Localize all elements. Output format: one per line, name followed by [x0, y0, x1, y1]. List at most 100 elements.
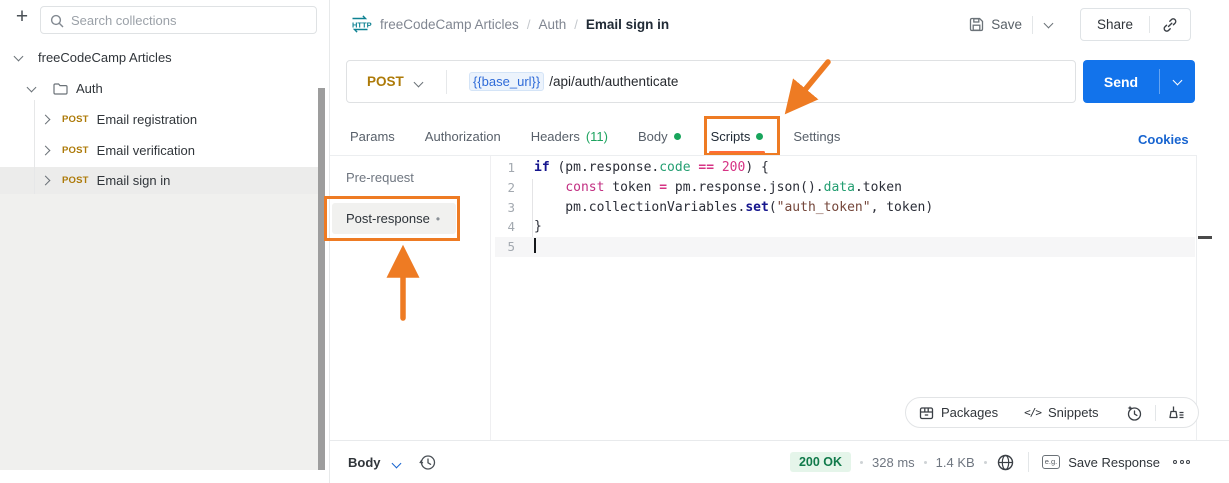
- line-number: 3: [495, 198, 515, 218]
- tab-headers[interactable]: Headers(11): [531, 118, 608, 155]
- search-input[interactable]: [71, 7, 311, 33]
- code-line[interactable]: 3 pm.collectionVariables.set("auth_token…: [495, 198, 1195, 218]
- script-code-editor[interactable]: 1if (pm.response.code == 200) {2 const t…: [495, 158, 1195, 257]
- chevron-down-icon[interactable]: [14, 51, 24, 61]
- sidebar-scrollbar[interactable]: [318, 88, 325, 470]
- network-globe-icon[interactable]: [996, 453, 1015, 472]
- divider: [1196, 155, 1197, 440]
- tab-label: Authorization: [425, 129, 501, 144]
- post-response-label: Post-response: [346, 211, 430, 226]
- url-variable-chip[interactable]: {{base_url}}: [469, 72, 544, 91]
- green-dot-icon: [674, 133, 681, 140]
- packages-button[interactable]: Packages: [919, 405, 998, 420]
- tab-label: Scripts: [711, 129, 751, 144]
- response-view-selector[interactable]: Body: [348, 455, 381, 470]
- code-text: const token = pm.response.json().data.to…: [534, 178, 902, 198]
- breadcrumb-collection[interactable]: freeCodeCamp Articles: [380, 17, 519, 32]
- chevron-right-icon[interactable]: [41, 115, 51, 125]
- tab-authorization[interactable]: Authorization: [425, 118, 501, 155]
- chevron-down-icon: [391, 458, 401, 468]
- response-view-chevron[interactable]: [393, 455, 400, 470]
- sidebar-item-folder-auth[interactable]: Auth: [0, 75, 318, 102]
- tab-body[interactable]: Body: [638, 118, 681, 155]
- save-label: Save: [991, 17, 1022, 32]
- chevron-down-icon: [1173, 75, 1183, 85]
- request-url-bar: POST {{base_url}} /api/auth/authenticate: [346, 60, 1076, 103]
- beautify-broom-icon: [1168, 405, 1185, 420]
- snippets-button[interactable]: </> Snippets: [1024, 405, 1098, 420]
- divider: [1028, 452, 1029, 472]
- divider: [1155, 405, 1156, 421]
- sidebar-item-request[interactable]: POST Email verification: [0, 137, 318, 164]
- code-line[interactable]: 2 const token = pm.response.json().data.…: [495, 178, 1195, 198]
- green-dot-icon: [756, 133, 763, 140]
- method-dropdown-chevron[interactable]: [415, 74, 422, 89]
- code-text: }: [534, 217, 542, 237]
- save-icon: [969, 17, 984, 32]
- url-input[interactable]: {{base_url}} /api/auth/authenticate: [469, 72, 678, 91]
- method-badge: POST: [62, 175, 89, 186]
- request-label: Email sign in: [97, 173, 171, 188]
- folder-icon: [53, 83, 68, 95]
- chevron-down-icon: [1044, 18, 1054, 28]
- send-button-group: Send: [1083, 60, 1195, 103]
- url-path: /api/auth/authenticate: [549, 74, 678, 89]
- method-selector[interactable]: POST: [347, 74, 415, 89]
- editor-toolbar: Packages </> Snippets: [905, 397, 1199, 428]
- postbot-sparkle-icon: [1125, 404, 1143, 422]
- response-time[interactable]: 328 ms: [872, 455, 915, 470]
- search-icon: [50, 14, 64, 28]
- tab-label: Body: [638, 129, 668, 144]
- share-button[interactable]: Share: [1081, 17, 1149, 32]
- tab-settings[interactable]: Settings: [793, 118, 840, 155]
- response-footer: Body 200 OK 328 ms 1.4 KB e.g. Save Resp…: [330, 440, 1229, 483]
- tree-indent-guide: [34, 100, 35, 194]
- line-number: 1: [495, 158, 515, 178]
- code-line[interactable]: 5: [495, 237, 1195, 257]
- method-badge: POST: [62, 114, 89, 125]
- sidebar-item-request[interactable]: POST Email registration: [0, 106, 318, 133]
- save-response-button[interactable]: e.g. Save Response: [1042, 455, 1160, 470]
- separator-dot: [924, 461, 927, 464]
- cookies-link[interactable]: Cookies: [1138, 132, 1189, 147]
- code-line[interactable]: 1 if (pm.response.code == 200) {: [495, 158, 1195, 178]
- example-icon: e.g.: [1042, 455, 1061, 469]
- postbot-button[interactable]: [1125, 404, 1143, 422]
- save-options-button[interactable]: [1032, 16, 1064, 34]
- editor-scrollbar[interactable]: [1198, 236, 1212, 239]
- pre-request-item[interactable]: Pre-request: [346, 170, 414, 185]
- sidebar-item-request-selected[interactable]: POST Email sign in: [0, 167, 318, 194]
- line-number: 2: [495, 178, 515, 198]
- new-collection-button[interactable]: +: [10, 5, 34, 31]
- tab-params[interactable]: Params: [350, 118, 395, 155]
- send-button[interactable]: Send: [1083, 74, 1159, 90]
- code-line[interactable]: 4}: [495, 217, 1195, 237]
- save-button[interactable]: Save: [959, 17, 1032, 32]
- more-options-icon[interactable]: [1173, 460, 1190, 464]
- line-number: 5: [495, 237, 515, 257]
- method-badge: POST: [62, 145, 89, 156]
- chevron-right-icon[interactable]: [41, 146, 51, 156]
- chevron-right-icon[interactable]: [41, 176, 51, 186]
- copy-link-button[interactable]: [1149, 16, 1190, 33]
- response-size[interactable]: 1.4 KB: [936, 455, 975, 470]
- code-text: pm.collectionVariables.set("auth_token",…: [534, 198, 933, 218]
- request-tabs: Params Authorization Headers(11) Body Sc…: [350, 118, 840, 155]
- save-response-label: Save Response: [1068, 455, 1160, 470]
- send-options-button[interactable]: [1160, 80, 1195, 84]
- packages-label: Packages: [941, 405, 998, 420]
- tab-label: Settings: [793, 129, 840, 144]
- package-icon: [919, 406, 934, 420]
- breadcrumb-folder[interactable]: Auth: [538, 17, 566, 32]
- code-text: if (pm.response.code == 200) {: [534, 158, 769, 178]
- sidebar-item-collection[interactable]: freeCodeCamp Articles: [0, 44, 318, 71]
- chevron-down-icon[interactable]: [27, 82, 37, 92]
- post-response-item-selected[interactable]: Post-response •: [332, 203, 456, 234]
- status-badge[interactable]: 200 OK: [790, 452, 851, 472]
- line-number: 4: [495, 217, 515, 237]
- beautify-button[interactable]: [1168, 405, 1185, 420]
- tab-scripts[interactable]: Scripts: [711, 118, 764, 155]
- history-icon[interactable]: [418, 453, 437, 472]
- script-present-dot: •: [436, 212, 440, 226]
- tab-label: Headers: [531, 129, 580, 144]
